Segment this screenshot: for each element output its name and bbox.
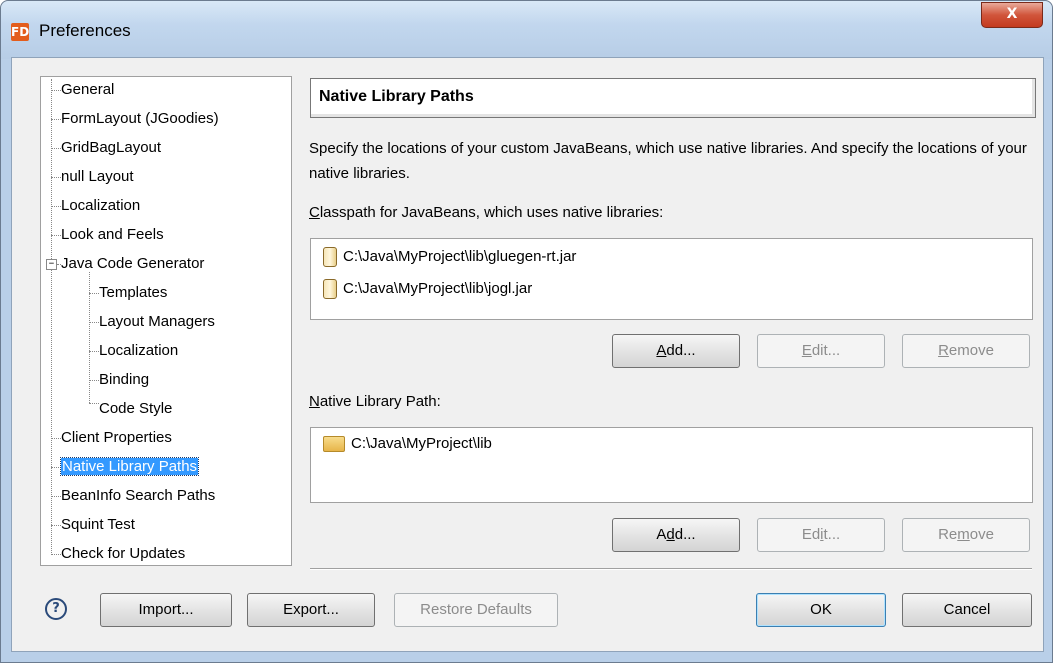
- separator: [310, 568, 1032, 570]
- tree-item-gridbaglayout[interactable]: GridBagLayout: [61, 136, 161, 160]
- classpath-list[interactable]: C:\Java\MyProject\lib\gluegen-rt.jar C:\…: [310, 238, 1033, 320]
- tree-item-localization[interactable]: Localization: [61, 194, 140, 218]
- tree-connector: [89, 403, 99, 404]
- tree-connector: [51, 467, 61, 468]
- export-button[interactable]: Export...: [247, 593, 375, 627]
- tree-item-java-code-generator[interactable]: Java Code Generator: [61, 252, 204, 276]
- tree-item-general[interactable]: General: [61, 78, 114, 102]
- classpath-add-button[interactable]: Add...: [612, 334, 740, 368]
- title-bar[interactable]: FD Preferences X: [1, 1, 1052, 59]
- native-add-button[interactable]: Add...: [612, 518, 740, 552]
- window-title: Preferences: [39, 21, 131, 40]
- tree-connector: [51, 79, 52, 555]
- tree-item-look-and-feels[interactable]: Look and Feels: [61, 223, 164, 247]
- tree-connector: [89, 380, 99, 381]
- tree-connector: [51, 177, 61, 178]
- close-button[interactable]: X: [981, 2, 1043, 28]
- app-icon: FD: [11, 23, 30, 41]
- preferences-window: FD Preferences X General FormLayout (JGo…: [0, 0, 1053, 663]
- help-icon[interactable]: ?: [45, 598, 67, 620]
- classpath-edit-button[interactable]: Edit...: [757, 334, 885, 368]
- classpath-label: Classpath for JavaBeans, which uses nati…: [309, 204, 664, 221]
- folder-icon: [323, 436, 345, 453]
- tree-item-codegen-localization[interactable]: Localization: [99, 339, 178, 363]
- tree-connector: [89, 351, 99, 352]
- import-button[interactable]: Import...: [100, 593, 232, 627]
- jar-icon: [323, 247, 337, 268]
- tree-connector: [89, 272, 90, 403]
- list-item[interactable]: C:\Java\MyProject\lib: [323, 432, 492, 456]
- tree-connector: [51, 235, 61, 236]
- panel-title: Native Library Paths: [319, 88, 474, 105]
- tree-item-beaninfo-search-paths[interactable]: BeanInfo Search Paths: [61, 484, 215, 508]
- tree-item-formlayout[interactable]: FormLayout (JGoodies): [61, 107, 219, 131]
- tree-connector: [51, 438, 61, 439]
- list-item[interactable]: C:\Java\MyProject\lib\jogl.jar: [323, 277, 532, 301]
- tree-item-layout-managers[interactable]: Layout Managers: [99, 310, 215, 334]
- restore-defaults-button[interactable]: Restore Defaults: [394, 593, 558, 627]
- tree-connector: [51, 90, 61, 91]
- tree-item-binding[interactable]: Binding: [99, 368, 149, 392]
- native-edit-button[interactable]: Edit...: [757, 518, 885, 552]
- tree-connector: [51, 206, 61, 207]
- native-path-list[interactable]: C:\Java\MyProject\lib: [310, 427, 1033, 503]
- tree-item-code-style[interactable]: Code Style: [99, 397, 172, 421]
- tree-connector: [51, 554, 61, 555]
- tree-item-check-for-updates[interactable]: Check for Updates: [61, 542, 185, 566]
- panel-header: Native Library Paths: [310, 78, 1036, 118]
- tree-connector: [51, 525, 61, 526]
- tree-connector: [89, 322, 99, 323]
- jar-icon: [323, 279, 337, 300]
- list-item[interactable]: C:\Java\MyProject\lib\gluegen-rt.jar: [323, 245, 576, 269]
- dialog-body: General FormLayout (JGoodies) GridBagLay…: [11, 57, 1044, 652]
- tree-item-null-layout[interactable]: null Layout: [61, 165, 134, 189]
- tree-connector: [51, 119, 61, 120]
- ok-button[interactable]: OK: [756, 593, 886, 627]
- tree-connector: [51, 148, 61, 149]
- classpath-remove-button[interactable]: Remove: [902, 334, 1030, 368]
- tree-connector: [51, 496, 61, 497]
- tree-item-templates[interactable]: Templates: [99, 281, 167, 305]
- tree-connector: [89, 293, 99, 294]
- tree-item-squint-test[interactable]: Squint Test: [61, 513, 135, 537]
- native-path-label: Native Library Path:: [309, 393, 441, 410]
- panel-description: Specify the locations of your custom Jav…: [309, 140, 1027, 182]
- cancel-button[interactable]: Cancel: [902, 593, 1032, 627]
- native-remove-button[interactable]: Remove: [902, 518, 1030, 552]
- tree-item-client-properties[interactable]: Client Properties: [61, 426, 172, 450]
- preferences-tree[interactable]: General FormLayout (JGoodies) GridBagLay…: [40, 76, 292, 566]
- tree-item-native-library-paths[interactable]: Native Library Paths: [59, 455, 200, 479]
- collapse-icon[interactable]: −: [46, 259, 57, 270]
